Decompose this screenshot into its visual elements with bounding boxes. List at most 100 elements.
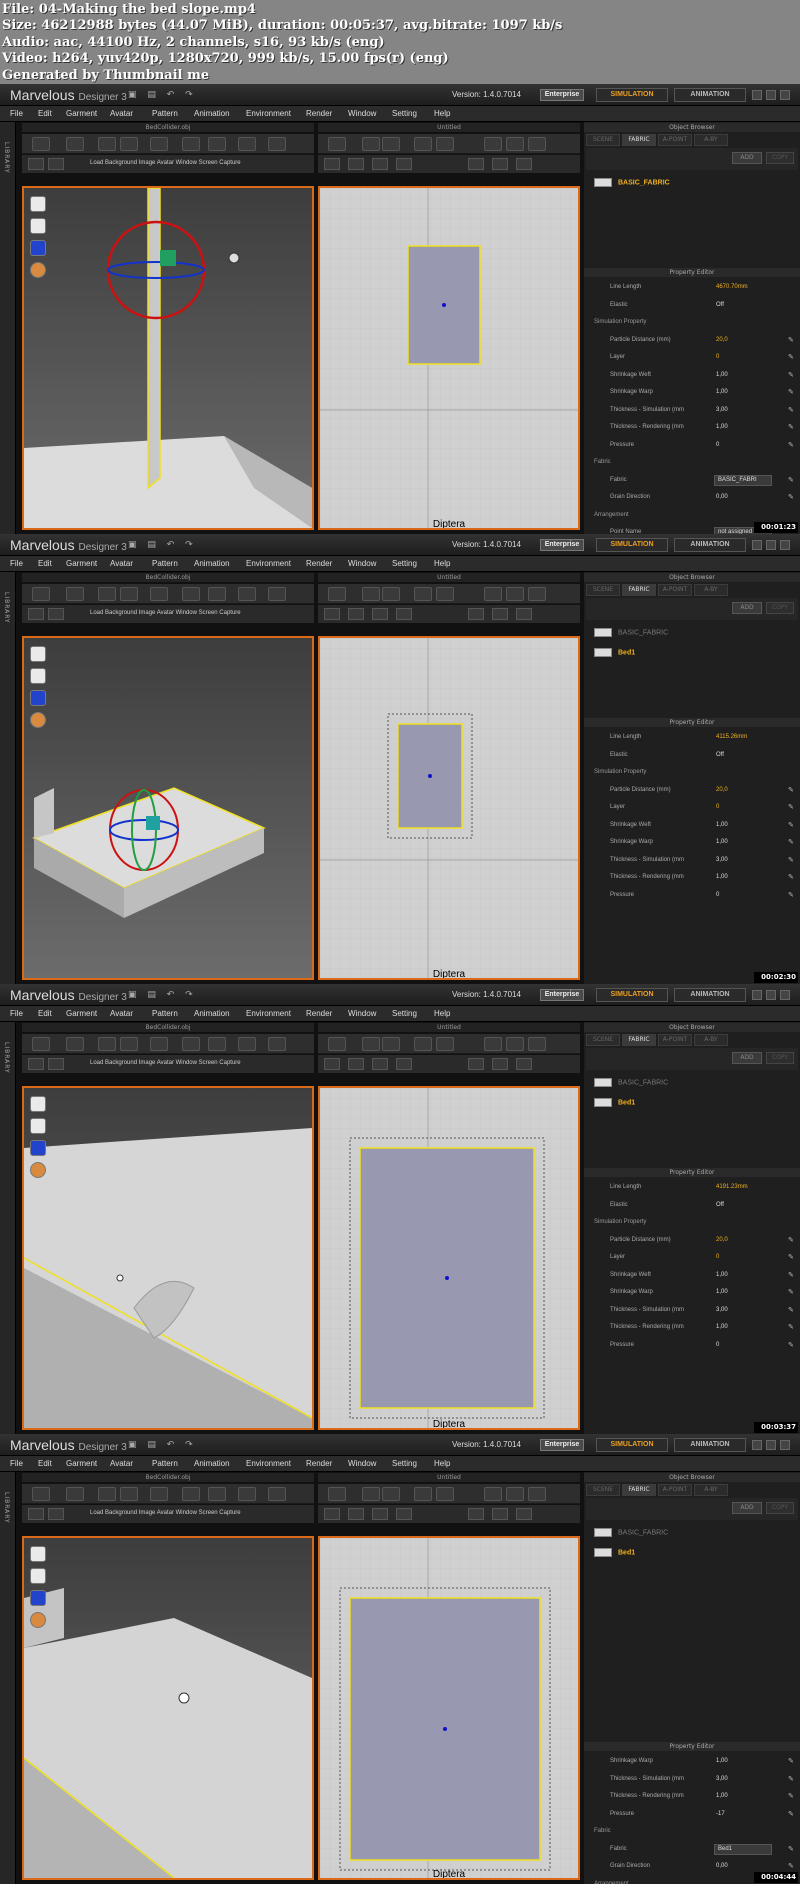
edit-icon[interactable]: ✎ — [788, 786, 794, 794]
tool-button[interactable] — [328, 137, 346, 151]
tool-button[interactable] — [150, 1037, 168, 1051]
head-icon[interactable] — [30, 1612, 46, 1628]
add-button[interactable]: ADD — [732, 152, 762, 164]
tool-button[interactable] — [484, 1037, 502, 1051]
menu-item-pattern[interactable]: Pattern — [152, 1459, 178, 1468]
property-row[interactable]: Simulation Property — [584, 315, 800, 331]
menu-item-pattern[interactable]: Pattern — [152, 109, 178, 118]
viewport-2d[interactable]: Diptera — [318, 1536, 580, 1880]
property-value[interactable]: BASIC_FABRI — [714, 474, 772, 486]
add-button[interactable]: ADD — [732, 1502, 762, 1514]
tool-button[interactable] — [120, 137, 138, 151]
edit-icon[interactable]: ✎ — [788, 476, 794, 484]
library-tab[interactable]: LIBRARY — [3, 1042, 10, 1074]
copy-button[interactable]: COPY — [766, 602, 794, 614]
tool-button[interactable] — [382, 1037, 400, 1051]
property-row[interactable]: Pressure 0 ✎ — [584, 1338, 800, 1354]
menu-item-animation[interactable]: Animation — [194, 109, 230, 118]
sub-tool-button[interactable] — [396, 608, 412, 620]
sub-tool-button[interactable] — [516, 158, 532, 170]
property-row[interactable]: Shrinkage Warp 1,00 ✎ — [584, 1754, 800, 1770]
sub-tool-button[interactable] — [324, 1058, 340, 1070]
property-row[interactable]: Elastic Off — [584, 1198, 800, 1214]
shirt-icon[interactable] — [30, 196, 46, 212]
tab-scene[interactable]: SCENE — [586, 1034, 620, 1046]
simulation-mode-button[interactable]: SIMULATION — [596, 88, 668, 102]
quick-icons[interactable]: ▣ ▤ ↶ ↷ — [128, 540, 197, 550]
tool-button[interactable] — [208, 1487, 226, 1501]
simulation-mode-button[interactable]: SIMULATION — [596, 1438, 668, 1452]
tool-button[interactable] — [382, 587, 400, 601]
menu-item-animation[interactable]: Animation — [194, 559, 230, 568]
sub-tool-button[interactable] — [28, 1508, 44, 1520]
menu-item-avatar[interactable]: Avatar — [110, 109, 133, 118]
sub-tool-button[interactable] — [372, 1058, 388, 1070]
capture-menu[interactable]: Load Background Image Avatar Window Scre… — [90, 160, 241, 166]
menu-item-edit[interactable]: Edit — [38, 559, 52, 568]
tab-a-by[interactable]: A-BY — [694, 1034, 728, 1046]
sub-tool-button[interactable] — [48, 608, 64, 620]
tool-button[interactable] — [98, 587, 116, 601]
sub-tool-button[interactable] — [492, 1058, 508, 1070]
tool-button[interactable] — [436, 1037, 454, 1051]
tool-button[interactable] — [528, 1487, 546, 1501]
tool-button[interactable] — [208, 587, 226, 601]
menu-item-help[interactable]: Help — [434, 109, 450, 118]
property-row[interactable]: Layer 0 ✎ — [584, 350, 800, 366]
property-row[interactable]: Fabric Bed1 ✎ — [584, 1842, 800, 1858]
tool-button[interactable] — [98, 137, 116, 151]
tool-button[interactable] — [362, 1487, 380, 1501]
menu-item-environment[interactable]: Environment — [246, 559, 291, 568]
edit-icon[interactable]: ✎ — [788, 406, 794, 414]
shirt-icon[interactable] — [30, 1096, 46, 1112]
menu-item-window[interactable]: Window — [348, 559, 376, 568]
close-button[interactable] — [780, 990, 790, 1000]
tool-button[interactable] — [382, 1487, 400, 1501]
edit-icon[interactable]: ✎ — [788, 371, 794, 379]
menu-item-animation[interactable]: Animation — [194, 1009, 230, 1018]
menu-item-edit[interactable]: Edit — [38, 1459, 52, 1468]
edit-icon[interactable]: ✎ — [788, 353, 794, 361]
property-value[interactable]: 1,00 — [716, 1793, 728, 1799]
menu-item-setting[interactable]: Setting — [392, 559, 417, 568]
sub-tool-button[interactable] — [516, 1058, 532, 1070]
property-value[interactable]: 4670.70mm — [716, 284, 748, 290]
menu-item-pattern[interactable]: Pattern — [152, 1009, 178, 1018]
menu-item-render[interactable]: Render — [306, 1459, 332, 1468]
edit-icon[interactable]: ✎ — [788, 1862, 794, 1870]
shirt-icon[interactable] — [30, 1546, 46, 1562]
sub-tool-button[interactable] — [516, 608, 532, 620]
fabric-item[interactable]: BASIC_FABRIC — [594, 1078, 668, 1090]
scene-canvas[interactable] — [24, 638, 312, 978]
minimize-button[interactable] — [752, 540, 762, 550]
fabric-item[interactable]: BASIC_FABRIC — [594, 178, 670, 190]
tab-fabric[interactable]: FABRIC — [622, 1034, 656, 1046]
tool-button[interactable] — [436, 1487, 454, 1501]
edit-icon[interactable]: ✎ — [788, 838, 794, 846]
sub-tool-button[interactable] — [372, 608, 388, 620]
tab-a-point[interactable]: A-POINT — [658, 584, 692, 596]
tool-button[interactable] — [436, 587, 454, 601]
sub-tool-button[interactable] — [468, 158, 484, 170]
property-row[interactable]: Grain Direction 0,00 ✎ — [584, 490, 800, 506]
menu-item-setting[interactable]: Setting — [392, 109, 417, 118]
tool-button[interactable] — [98, 1037, 116, 1051]
tool-button[interactable] — [238, 1037, 256, 1051]
tool-button[interactable] — [528, 137, 546, 151]
sub-tool-button[interactable] — [28, 158, 44, 170]
edit-icon[interactable]: ✎ — [788, 388, 794, 396]
property-value[interactable]: 0 — [716, 892, 719, 898]
library-tab[interactable]: LIBRARY — [3, 1492, 10, 1524]
sub-tool-button[interactable] — [396, 1058, 412, 1070]
edit-icon[interactable]: ✎ — [788, 1775, 794, 1783]
menu-item-file[interactable]: File — [10, 559, 23, 568]
sub-tool-button[interactable] — [348, 608, 364, 620]
tool-button[interactable] — [362, 137, 380, 151]
menu-item-file[interactable]: File — [10, 1459, 23, 1468]
tool-button[interactable] — [268, 1037, 286, 1051]
property-row[interactable]: Thickness - Simulation (mm 3,00 ✎ — [584, 853, 800, 869]
property-value[interactable]: 1,00 — [716, 372, 728, 378]
property-row[interactable]: Fabric BASIC_FABRI ✎ — [584, 473, 800, 489]
sub-tool-button[interactable] — [396, 158, 412, 170]
copy-button[interactable]: COPY — [766, 152, 794, 164]
